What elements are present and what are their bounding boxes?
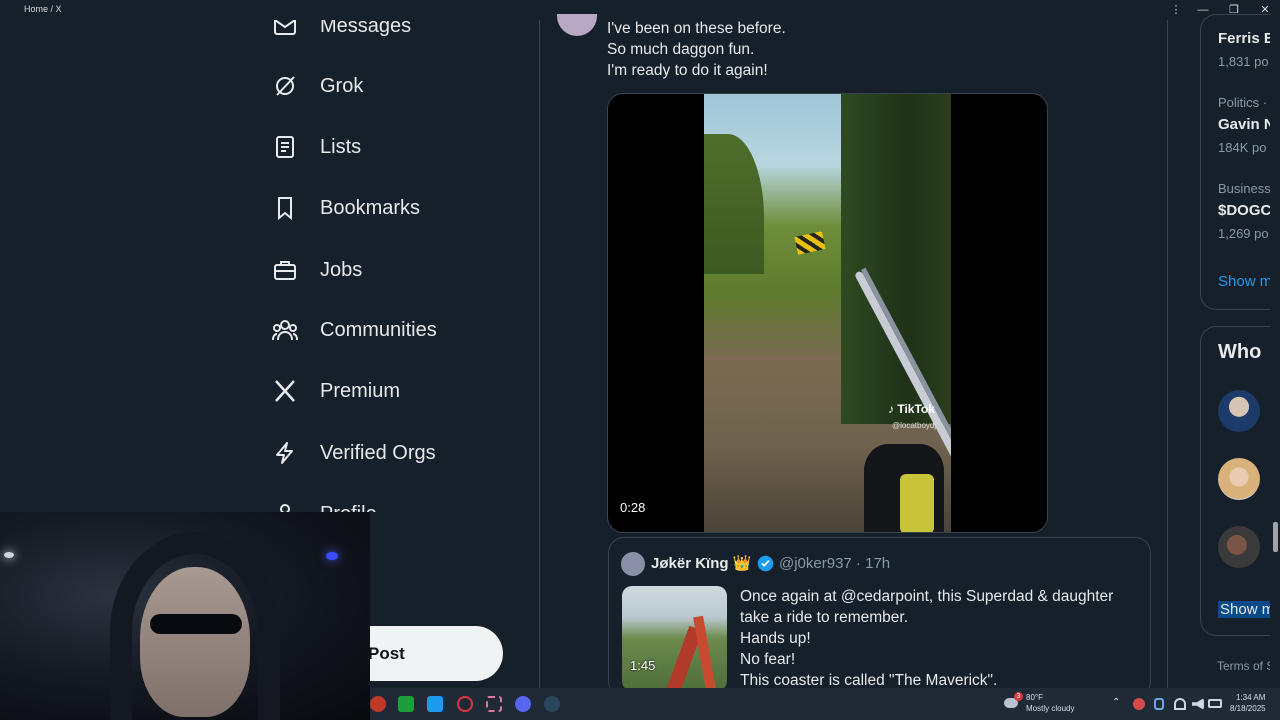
nav-label: Grok: [320, 74, 364, 97]
weather-temp: 80°F: [1026, 693, 1043, 702]
trend-title[interactable]: Ferris E: [1218, 30, 1274, 47]
left-nav: Messages Grok Lists Bookmarks Jobs Commu…: [240, 20, 540, 512]
post-body: I've been on these before. So much daggo…: [607, 18, 786, 81]
grok-icon: [272, 73, 298, 99]
nav-item-jobs[interactable]: Jobs: [272, 250, 362, 290]
show-more-link[interactable]: Show m: [1218, 601, 1277, 618]
wifi-icon[interactable]: [1174, 698, 1186, 710]
nav-item-messages[interactable]: Messages: [272, 20, 411, 46]
clock-time[interactable]: 1:34 AM: [1236, 693, 1265, 702]
avatar[interactable]: [1218, 458, 1260, 500]
nav-label: Premium: [320, 379, 401, 402]
post-line: No fear!: [740, 651, 796, 668]
nav-item-verified-orgs[interactable]: Verified Orgs: [272, 433, 436, 473]
scrollbar[interactable]: [1270, 20, 1280, 688]
divider: [539, 20, 540, 688]
video-duration: 1:45: [630, 658, 656, 673]
quoted-author-handle: @j0ker937 · 17h: [779, 555, 891, 572]
divider: [1167, 20, 1168, 688]
tray-icon[interactable]: [1133, 698, 1145, 710]
post-line: So much daggon fun.: [607, 41, 755, 58]
nav-item-communities[interactable]: Communities: [272, 310, 437, 350]
post-button-label: Post: [368, 644, 405, 663]
nav-label: Messages: [320, 20, 412, 37]
nav-label: Lists: [320, 135, 362, 158]
mail-icon: [272, 20, 298, 39]
steam-icon[interactable]: [544, 696, 560, 712]
nav-item-grok[interactable]: Grok: [272, 66, 363, 106]
menu-icon[interactable]: ⋮: [1161, 2, 1191, 18]
trend-category: Business: [1218, 181, 1271, 196]
avatar[interactable]: [621, 552, 645, 576]
verified-badge-icon: [757, 555, 774, 572]
nav-item-lists[interactable]: Lists: [272, 127, 361, 167]
post-line: Hands up!: [740, 630, 811, 647]
people-icon: [272, 317, 298, 343]
window-title: Home / X: [24, 4, 62, 14]
quoted-video-thumbnail[interactable]: 1:45: [622, 586, 727, 691]
nav-item-premium[interactable]: Premium: [272, 371, 400, 411]
tiktok-username: @locatboydj: [892, 421, 937, 430]
chevron-up-icon[interactable]: ⌃: [1112, 697, 1120, 708]
tiktok-watermark: ♪ TikTok: [888, 402, 935, 416]
quoted-post[interactable]: Jøkër Kïng 👑 @j0ker937 · 17h 1:45 Once a…: [608, 537, 1151, 697]
snipping-tool-icon[interactable]: [486, 696, 502, 712]
trend-category: Politics ·: [1218, 95, 1268, 110]
post-line: take a ride to remember.: [740, 609, 908, 626]
scrollbar-thumb[interactable]: [1273, 522, 1278, 552]
nav-label: Communities: [320, 318, 437, 341]
bookmark-icon: [272, 195, 298, 221]
clock-date[interactable]: 8/18/2025: [1230, 704, 1266, 713]
quoted-post-body: Once again at @cedarpoint, this Superdad…: [740, 586, 1140, 691]
post-line: I'm ready to do it again!: [607, 62, 768, 79]
nav-item-profile[interactable]: Profile: [272, 494, 377, 512]
opera-icon[interactable]: [457, 696, 473, 712]
app-icon[interactable]: [398, 696, 414, 712]
nav-label: Jobs: [320, 258, 363, 281]
twitter-icon[interactable]: [427, 696, 443, 712]
avatar[interactable]: [1218, 390, 1260, 432]
who-to-follow-heading: Who: [1218, 341, 1262, 363]
person-icon: [272, 501, 298, 512]
video-frame: [704, 94, 951, 532]
nav-label: Verified Orgs: [320, 441, 436, 464]
webcam-overlay: [0, 512, 370, 720]
video-player[interactable]: ♪ TikTok @locatboydj 0:28: [607, 93, 1048, 533]
nav-item-bookmarks[interactable]: Bookmarks: [272, 188, 420, 228]
tray-icon[interactable]: [1154, 698, 1164, 710]
window-title-bar: Home / X ⋮ — ❐ ✕: [0, 0, 1280, 20]
taskbar: 3 80°F Mostly cloudy ⌃ 1:34 AM 8/18/2025: [370, 688, 1280, 720]
x-logo-icon: [272, 378, 298, 404]
trend-count: 1,269 po: [1218, 226, 1269, 241]
terms-link[interactable]: Terms of S: [1217, 659, 1274, 673]
briefcase-icon: [272, 257, 298, 283]
trend-count: 1,831 po: [1218, 54, 1269, 69]
warning-sign: [794, 231, 826, 255]
trend-title[interactable]: Gavin N: [1218, 116, 1275, 133]
post-line: Once again at @cedarpoint, this Superdad…: [740, 588, 1114, 605]
nav-label: Bookmarks: [320, 196, 421, 219]
quoted-author-name[interactable]: Jøkër Kïng 👑: [651, 554, 751, 572]
weather-badge: 3: [1014, 692, 1023, 701]
avatar[interactable]: [1218, 526, 1260, 568]
trend-title[interactable]: $DOGC: [1218, 202, 1271, 219]
video-duration: 0:28: [620, 500, 646, 515]
discord-icon[interactable]: [515, 696, 531, 712]
weather-desc: Mostly cloudy: [1026, 704, 1075, 713]
battery-icon[interactable]: [1208, 699, 1222, 708]
browser-icon[interactable]: [370, 696, 386, 712]
lightning-icon: [272, 440, 298, 466]
volume-icon[interactable]: [1192, 698, 1204, 710]
avatar[interactable]: [557, 14, 597, 36]
trend-count: 184K po: [1218, 140, 1267, 155]
nav-label: Profile: [320, 503, 377, 513]
post-line: I've been on these before.: [607, 20, 786, 37]
list-icon: [272, 134, 298, 160]
show-more-link[interactable]: Show m: [1218, 273, 1272, 290]
